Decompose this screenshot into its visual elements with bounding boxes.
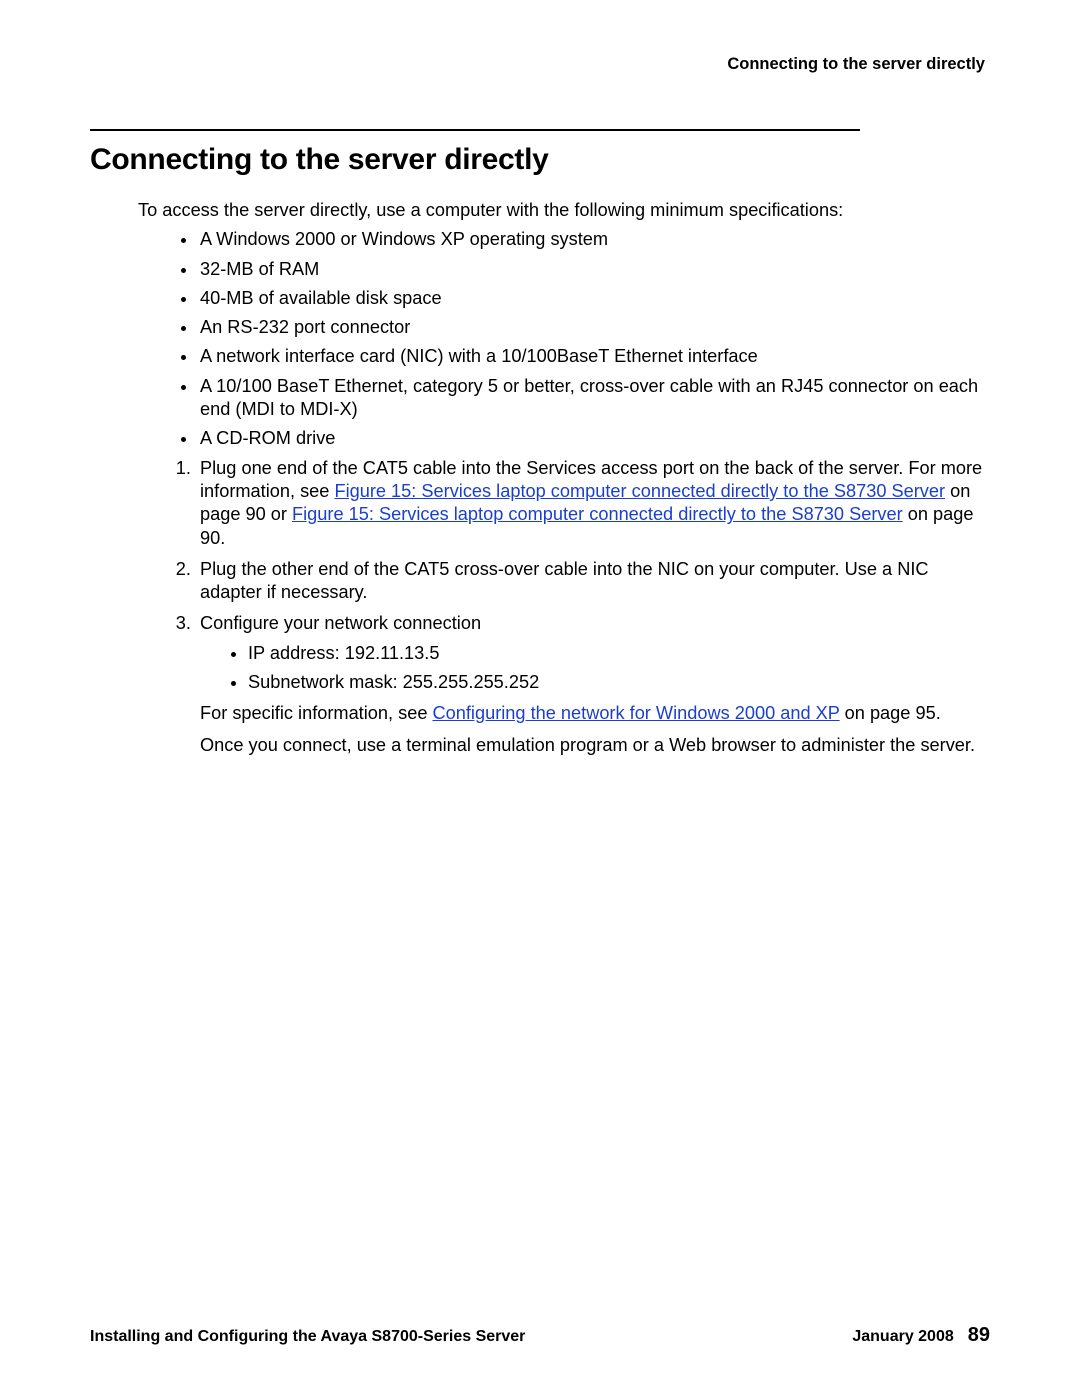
see-also: For specific information, see Configurin… — [200, 702, 990, 725]
list-item: A 10/100 BaseT Ethernet, category 5 or b… — [198, 375, 990, 422]
section-rule — [90, 129, 860, 131]
list-item: An RS-232 port connector — [198, 316, 990, 339]
figure-15-link[interactable]: Figure 15: Services laptop computer conn… — [334, 481, 945, 501]
footer-page-number: 89 — [968, 1324, 990, 1347]
final-note: Once you connect, use a terminal emulati… — [200, 734, 990, 757]
list-item: IP address: 192.11.13.5 — [248, 642, 990, 665]
body-content: To access the server directly, use a com… — [138, 199, 990, 757]
step-text: For specific information, see — [200, 703, 433, 723]
page-footer: Installing and Configuring the Avaya S87… — [90, 1324, 990, 1347]
list-item: A network interface card (NIC) with a 10… — [198, 345, 990, 368]
document-page: Connecting to the server directly Connec… — [0, 0, 1080, 1397]
spec-list: A Windows 2000 or Windows XP operating s… — [138, 228, 990, 450]
intro-paragraph: To access the server directly, use a com… — [138, 199, 990, 222]
step-1: Plug one end of the CAT5 cable into the … — [196, 457, 990, 550]
list-item: A Windows 2000 or Windows XP operating s… — [198, 228, 990, 251]
network-config-list: IP address: 192.11.13.5 Subnetwork mask:… — [200, 642, 990, 695]
figure-15-link[interactable]: Figure 15: Services laptop computer conn… — [292, 504, 903, 524]
step-text: on page 95. — [840, 703, 941, 723]
step-3: Configure your network connection IP add… — [196, 612, 990, 756]
list-item: 40-MB of available disk space — [198, 287, 990, 310]
footer-date: January 2008 — [852, 1328, 953, 1346]
list-item: A CD-ROM drive — [198, 427, 990, 450]
list-item: 32-MB of RAM — [198, 258, 990, 281]
running-header: Connecting to the server directly — [90, 55, 985, 74]
footer-doc-title: Installing and Configuring the Avaya S87… — [90, 1328, 525, 1346]
configuring-network-link[interactable]: Configuring the network for Windows 2000… — [433, 703, 840, 723]
step-2: Plug the other end of the CAT5 cross-ove… — [196, 558, 990, 605]
list-item: Subnetwork mask: 255.255.255.252 — [248, 671, 990, 694]
steps-list: Plug one end of the CAT5 cable into the … — [138, 457, 990, 757]
section-title: Connecting to the server directly — [90, 143, 990, 177]
step-text: Configure your network connection — [200, 613, 481, 633]
